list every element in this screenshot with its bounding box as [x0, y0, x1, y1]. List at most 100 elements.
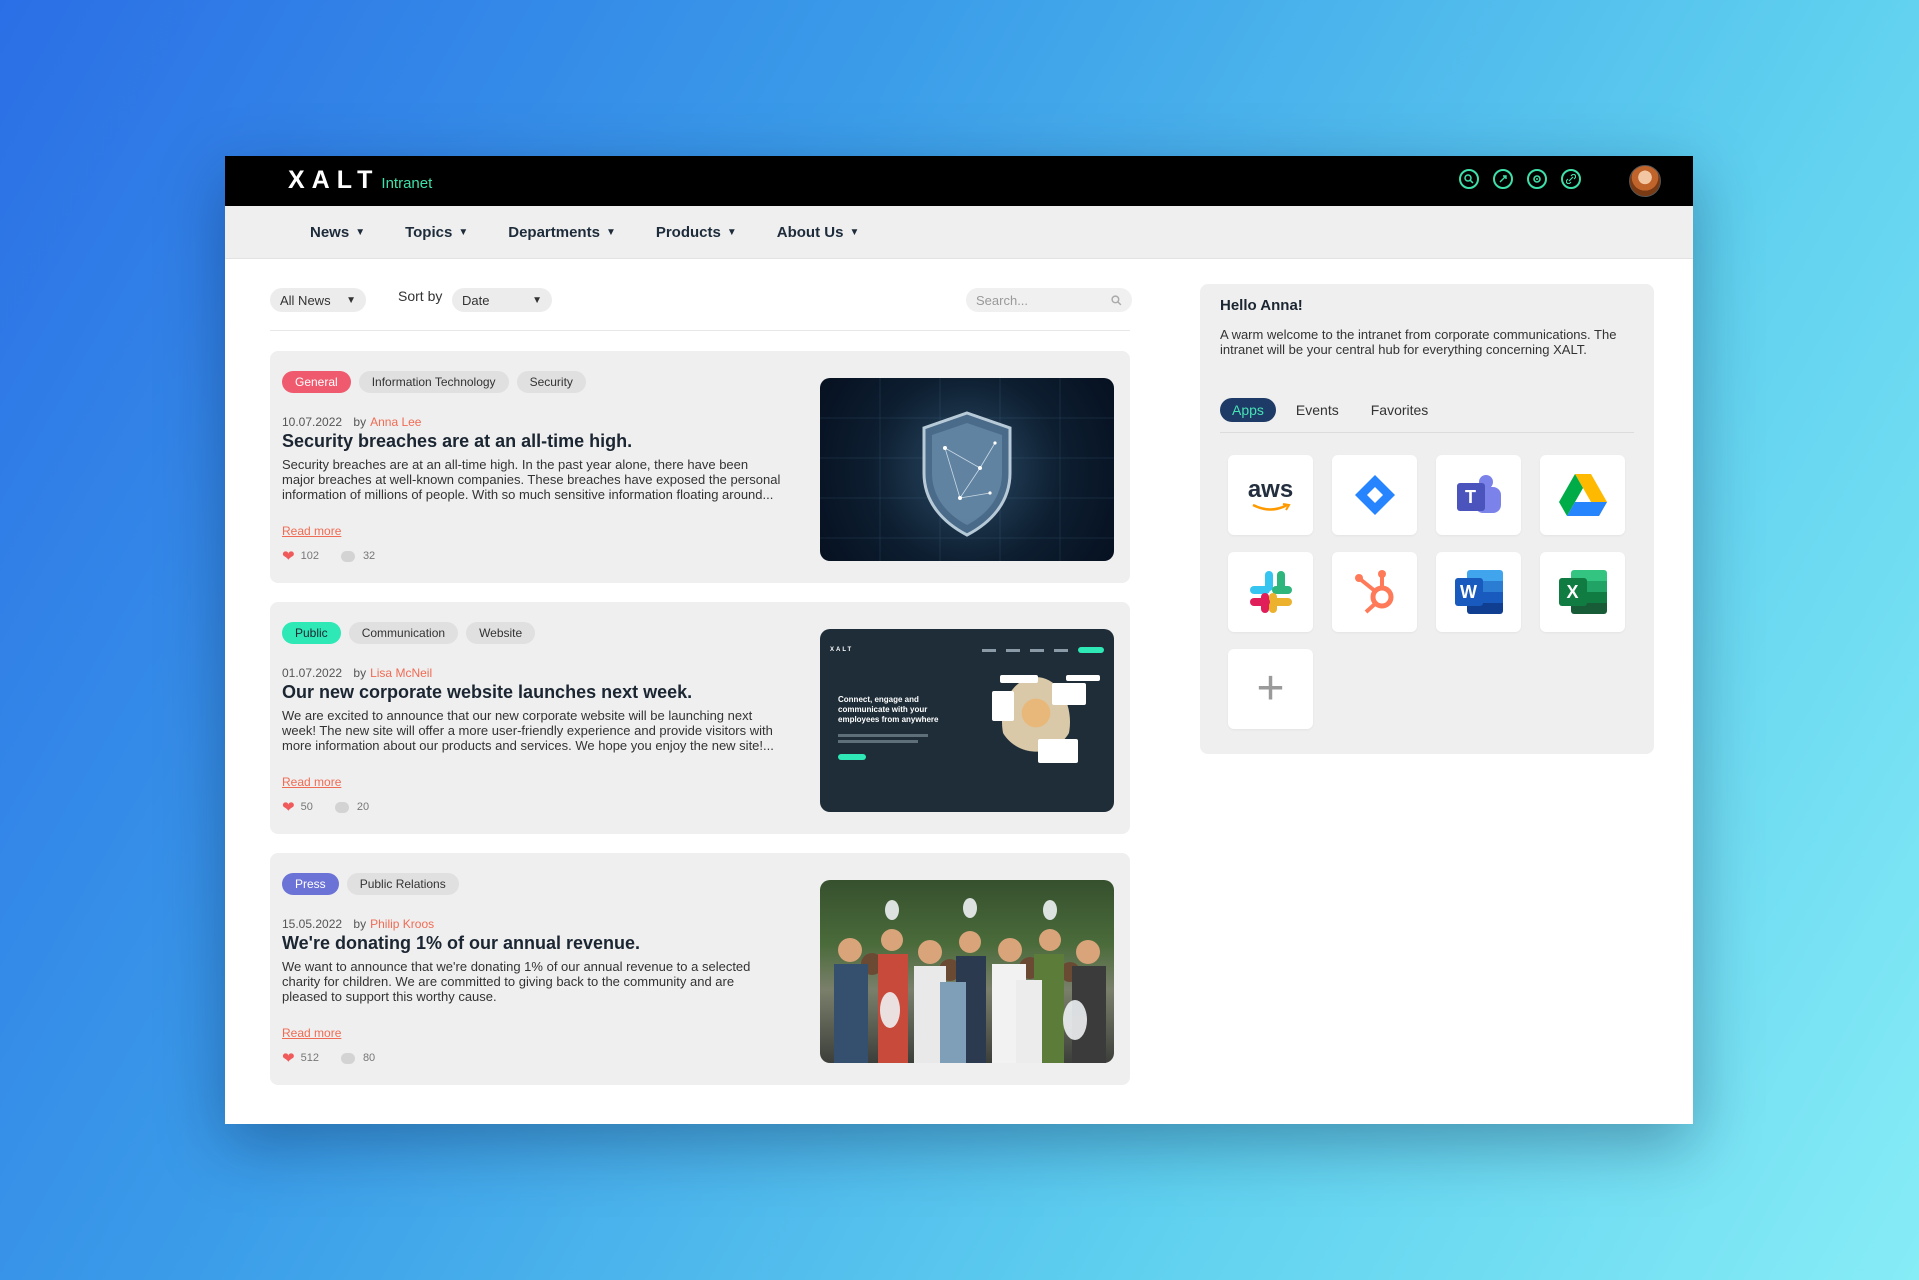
sort-select[interactable]: Date ▼	[452, 288, 552, 312]
link-icon[interactable]	[1561, 169, 1581, 189]
chevron-down-icon: ▼	[355, 226, 366, 238]
search-input[interactable]: Search...	[966, 288, 1132, 312]
tag-press[interactable]: Press	[282, 873, 339, 895]
article-author[interactable]: Lisa McNeil	[370, 666, 432, 680]
website-preview-logo: XALT	[830, 647, 854, 653]
logo[interactable]: XALT Intranet	[288, 166, 432, 195]
plus-icon: +	[1256, 662, 1285, 715]
excel-icon: X	[1557, 570, 1609, 614]
add-app-button[interactable]: +	[1228, 649, 1313, 729]
word-icon: W	[1453, 570, 1505, 614]
app-excel[interactable]: X	[1540, 552, 1625, 632]
chevron-down-icon: ▼	[532, 294, 542, 306]
rocket-icon[interactable]	[1493, 169, 1513, 189]
top-bar: XALT Intranet	[225, 156, 1693, 206]
article-excerpt: Security breaches are at an all-time hig…	[282, 457, 781, 502]
article-meta: 15.05.2022 by Philip Kroos	[282, 917, 434, 931]
heart-icon[interactable]: ❤	[282, 547, 295, 565]
sort-value: Date	[462, 292, 490, 308]
teams-icon: T	[1453, 475, 1505, 515]
article-excerpt: We are excited to announce that our new …	[282, 708, 774, 753]
nav-topics[interactable]: Topics ▼	[405, 224, 468, 241]
article-author[interactable]: Anna Lee	[370, 415, 421, 429]
article-date: 10.07.2022	[282, 415, 343, 429]
article-image-website[interactable]: XALT Connect, engage and communicate wit…	[820, 629, 1114, 812]
article-meta: 01.07.2022 by Lisa McNeil	[282, 666, 432, 680]
article-title[interactable]: We're donating 1% of our annual revenue.	[282, 933, 640, 954]
tag-communication[interactable]: Communication	[348, 622, 459, 644]
article-image-security[interactable]	[820, 378, 1114, 561]
tag-security[interactable]: Security	[516, 371, 586, 393]
tab-events[interactable]: Events	[1284, 398, 1351, 422]
comment-icon[interactable]	[340, 1052, 355, 1064]
tag-public-relations[interactable]: Public Relations	[346, 873, 459, 895]
article-title[interactable]: Our new corporate website launches next …	[282, 682, 692, 703]
nav-news[interactable]: News ▼	[310, 224, 365, 241]
category-select[interactable]: All News ▼	[270, 288, 366, 312]
app-teams[interactable]: T	[1436, 455, 1521, 535]
sort-label: Sort by	[398, 288, 443, 304]
read-more-link[interactable]: Read more	[282, 775, 341, 789]
app-slack[interactable]	[1228, 552, 1313, 632]
news-card: Public Communication Website 01.07.2022 …	[270, 602, 1130, 834]
likes-count: 50	[300, 801, 313, 813]
main-nav: News ▼ Topics ▼ Departments ▼ Products ▼ Abo…	[225, 206, 1693, 259]
intranet-window: XALT Intranet News ▼ Topics ▼ Departments ▼…	[225, 156, 1693, 1124]
nav-departments[interactable]: Departments ▼	[508, 224, 616, 241]
heart-icon[interactable]: ❤	[282, 1049, 295, 1067]
tag-website[interactable]: Website	[466, 622, 536, 644]
logo-main: XALT	[288, 166, 380, 194]
app-aws[interactable]: aws	[1228, 455, 1313, 535]
app-google-drive[interactable]	[1540, 455, 1625, 535]
chevron-down-icon: ▼	[346, 294, 356, 306]
tag-general[interactable]: General	[282, 371, 351, 393]
article-date: 01.07.2022	[282, 666, 343, 680]
avatar[interactable]	[1629, 165, 1661, 197]
tab-favorites[interactable]: Favorites	[1359, 398, 1441, 422]
read-more-link[interactable]: Read more	[282, 524, 341, 538]
website-preview-nav: XALT	[830, 645, 1104, 655]
article-author[interactable]: Philip Kroos	[370, 917, 434, 931]
slack-icon	[1249, 571, 1292, 613]
greeting: Hello Anna!	[1220, 297, 1303, 314]
article-by: by	[353, 415, 367, 429]
comment-icon[interactable]	[340, 550, 355, 562]
heart-icon[interactable]: ❤	[282, 798, 295, 816]
tab-apps[interactable]: Apps	[1220, 398, 1276, 422]
excel-label: X	[1558, 578, 1587, 606]
website-preview-headline: Connect, engage and communicate with you…	[838, 695, 939, 724]
tag-it[interactable]: Information Technology	[358, 371, 509, 393]
comment-icon[interactable]	[334, 801, 349, 813]
article-by: by	[353, 666, 367, 680]
article-title[interactable]: Security breaches are at an all-time hig…	[282, 431, 632, 452]
aws-label: aws	[1247, 476, 1294, 503]
nav-news-label: News	[310, 223, 350, 241]
panel-tabs: Apps Events Favorites	[1220, 398, 1440, 422]
nav-about-us[interactable]: About Us ▼	[777, 224, 860, 241]
chevron-down-icon: ▼	[849, 226, 860, 238]
tag-public[interactable]: Public	[282, 622, 341, 644]
tag-list: Press Public Relations	[282, 873, 459, 895]
comments-count: 32	[362, 550, 376, 562]
read-more-link[interactable]: Read more	[282, 1026, 341, 1040]
aws-icon: aws	[1248, 478, 1293, 512]
shield-illustration	[820, 378, 1114, 561]
article-stats: ❤ 512 80	[282, 1049, 375, 1067]
jira-icon	[1354, 475, 1395, 515]
news-card: General Information Technology Security …	[270, 351, 1130, 583]
app-hubspot[interactable]	[1332, 552, 1417, 632]
group-photo-illustration	[834, 898, 1106, 1063]
welcome-text: A warm welcome to the intranet from corp…	[1220, 327, 1617, 357]
nav-departments-label: Departments	[508, 223, 600, 241]
welcome-panel: Hello Anna! A warm welcome to the intran…	[1200, 284, 1654, 754]
website-preview-line	[838, 734, 928, 737]
app-word[interactable]: W	[1436, 552, 1521, 632]
filter-divider	[270, 330, 1130, 331]
search-icon[interactable]	[1459, 169, 1479, 189]
nav-products[interactable]: Products ▼	[656, 224, 737, 241]
gear-icon[interactable]	[1527, 169, 1547, 189]
app-jira[interactable]	[1332, 455, 1417, 535]
article-image-donation[interactable]	[820, 880, 1114, 1063]
website-preview-card	[1066, 675, 1100, 681]
panel-divider	[1220, 432, 1634, 433]
